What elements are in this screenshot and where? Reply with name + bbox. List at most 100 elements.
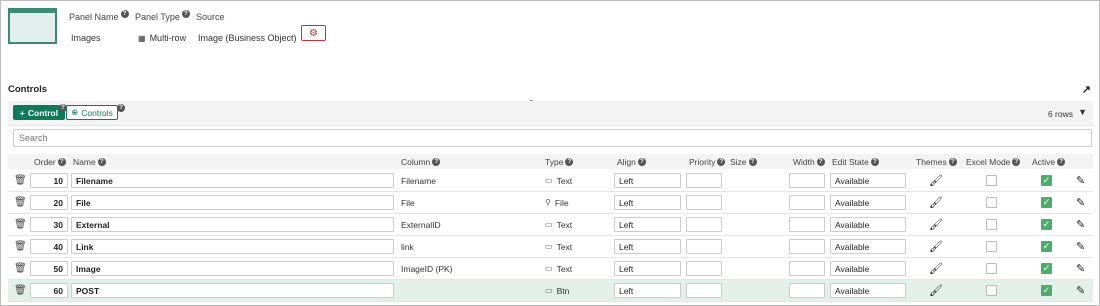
priority-input[interactable] [686, 217, 722, 232]
help-icon[interactable]: ? [120, 10, 129, 18]
trash-icon[interactable]: 🗑 [14, 239, 27, 254]
brush-icon[interactable]: 🖌 [929, 173, 943, 188]
edit-state-select[interactable]: Available [830, 217, 906, 232]
col-size[interactable]: Size? [730, 157, 757, 167]
width-input[interactable] [789, 261, 825, 276]
excel-mode-checkbox[interactable] [986, 261, 997, 276]
priority-input[interactable] [686, 239, 722, 254]
help-icon[interactable]: ? [816, 158, 825, 166]
pencil-icon[interactable]: ✎ [1076, 173, 1085, 188]
help-icon[interactable]: ? [117, 104, 125, 112]
add-controls-button[interactable]: ⊕ Controls [66, 105, 118, 120]
align-select[interactable]: Left [614, 261, 681, 276]
align-select[interactable]: Left [614, 173, 681, 188]
help-icon[interactable]: ? [432, 158, 441, 166]
align-select[interactable]: Left [614, 283, 681, 298]
name-input[interactable]: Image [71, 261, 394, 276]
active-checkbox[interactable]: ✓ [1041, 239, 1052, 254]
pencil-icon[interactable]: ✎ [1076, 239, 1085, 254]
priority-input[interactable] [686, 195, 722, 210]
source-settings-button[interactable]: ⚙ [301, 25, 326, 41]
excel-mode-checkbox[interactable] [986, 217, 997, 232]
add-control-button[interactable]: + Control [13, 105, 65, 120]
excel-mode-checkbox[interactable] [986, 283, 997, 298]
brush-icon[interactable]: 🖌 [929, 261, 943, 276]
order-input[interactable]: 50 [30, 261, 68, 276]
table-row[interactable]: 🗑 20 File File ⚲ File Left Available 🖌 ✓ ✎ [8, 192, 1093, 214]
active-checkbox[interactable]: ✓ [1041, 261, 1052, 276]
expand-icon[interactable]: ↗ [1082, 83, 1091, 96]
help-icon[interactable]: ? [1012, 158, 1021, 166]
excel-mode-checkbox[interactable] [986, 173, 997, 188]
col-active[interactable]: Active? [1032, 157, 1066, 167]
edit-state-select[interactable]: Available [830, 239, 906, 254]
order-input[interactable]: 10 [30, 173, 68, 188]
width-input[interactable] [789, 217, 825, 232]
order-input[interactable]: 40 [30, 239, 68, 254]
name-input[interactable]: Link [71, 239, 394, 254]
width-input[interactable] [789, 283, 825, 298]
help-icon[interactable]: ? [97, 158, 106, 166]
help-icon[interactable]: ? [1057, 158, 1066, 166]
help-icon[interactable]: ? [181, 10, 190, 18]
name-input[interactable]: File [71, 195, 394, 210]
help-icon[interactable]: ? [637, 158, 646, 166]
help-icon[interactable]: ? [948, 158, 957, 166]
name-input[interactable]: Filename [71, 173, 394, 188]
col-order[interactable]: Order? [34, 157, 66, 167]
brush-icon[interactable]: 🖌 [929, 195, 943, 210]
table-row[interactable]: 🗑 30 External ExternalID ▭ Text Left Available 🖌… [8, 214, 1093, 236]
width-input[interactable] [789, 239, 825, 254]
trash-icon[interactable]: 🗑 [14, 195, 27, 210]
active-checkbox[interactable]: ✓ [1041, 195, 1052, 210]
help-icon[interactable]: ? [565, 158, 574, 166]
width-input[interactable] [789, 195, 825, 210]
search-input[interactable] [13, 129, 1092, 147]
pencil-icon[interactable]: ✎ [1076, 283, 1085, 298]
active-checkbox[interactable]: ✓ [1041, 283, 1052, 298]
priority-input[interactable] [686, 261, 722, 276]
col-edit-state[interactable]: Edit State? [832, 157, 879, 167]
order-input[interactable]: 60 [30, 283, 68, 298]
trash-icon[interactable]: 🗑 [14, 283, 27, 298]
active-checkbox[interactable]: ✓ [1041, 173, 1052, 188]
help-icon[interactable]: ? [870, 158, 879, 166]
col-type[interactable]: Type? [545, 157, 574, 167]
active-checkbox[interactable]: ✓ [1041, 217, 1052, 232]
order-input[interactable]: 20 [30, 195, 68, 210]
width-input[interactable] [789, 173, 825, 188]
help-icon[interactable]: ? [57, 158, 66, 166]
trash-icon[interactable]: 🗑 [14, 261, 27, 276]
brush-icon[interactable]: 🖌 [929, 239, 943, 254]
name-input[interactable]: POST [71, 283, 394, 298]
trash-icon[interactable]: 🗑 [14, 217, 27, 232]
pencil-icon[interactable]: ✎ [1076, 217, 1085, 232]
priority-input[interactable] [686, 283, 722, 298]
excel-mode-checkbox[interactable] [986, 195, 997, 210]
edit-state-select[interactable]: Available [830, 283, 906, 298]
table-row[interactable]: 🗑 10 Filename Filename ▭ Text Left Available 🖌 ✓ ✎ [8, 170, 1093, 192]
col-column[interactable]: Column? [401, 157, 441, 167]
align-select[interactable]: Left [614, 195, 681, 210]
table-row[interactable]: 🗑 60 POST ▭ Btn Left Available 🖌 ✓ ✎ [8, 280, 1093, 302]
col-themes[interactable]: Themes? [916, 157, 957, 167]
pencil-icon[interactable]: ✎ [1076, 195, 1085, 210]
help-icon[interactable]: ? [748, 158, 757, 166]
col-priority[interactable]: Priority? [689, 157, 726, 167]
col-width[interactable]: Width? [793, 157, 825, 167]
col-name[interactable]: Name? [73, 157, 106, 167]
col-align[interactable]: Align? [617, 157, 646, 167]
order-input[interactable]: 30 [30, 217, 68, 232]
align-select[interactable]: Left [614, 217, 681, 232]
help-icon[interactable]: ? [717, 158, 726, 166]
trash-icon[interactable]: 🗑 [14, 173, 27, 188]
edit-state-select[interactable]: Available [830, 261, 906, 276]
table-row[interactable]: 🗑 40 Link link ▭ Text Left Available 🖌 ✓ ✎ [8, 236, 1093, 258]
col-excel-mode[interactable]: Excel Mode? [966, 157, 1021, 167]
table-row[interactable]: 🗑 50 Image ImageID (PK) ▭ Text Left Available 🖌 ✓… [8, 258, 1093, 280]
name-input[interactable]: External [71, 217, 394, 232]
priority-input[interactable] [686, 173, 722, 188]
filter-icon[interactable]: ▼ [1078, 107, 1087, 117]
edit-state-select[interactable]: Available [830, 195, 906, 210]
brush-icon[interactable]: 🖌 [929, 217, 943, 232]
